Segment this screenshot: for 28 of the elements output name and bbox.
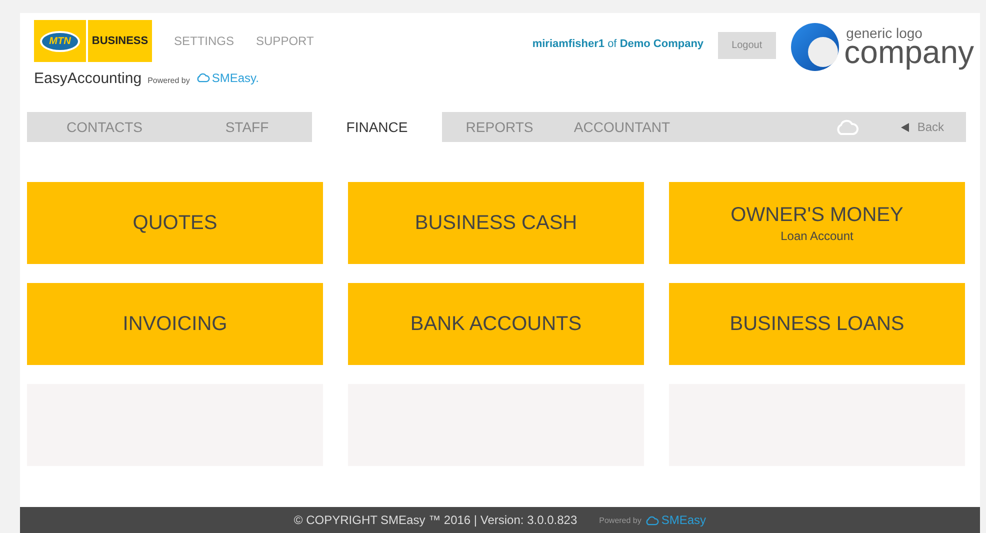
header-link[interactable]: SETTINGS [174,34,234,48]
triangle-icon [901,122,910,132]
cloud-icon [196,72,210,83]
nav-tab[interactable]: STAFF [182,112,312,142]
menu-tile[interactable]: BANK ACCOUNTS [348,283,644,365]
back-button[interactable]: Back [895,119,950,135]
app-name: EasyAccounting [34,70,142,87]
nav-tab[interactable]: FINANCE [312,112,442,142]
smeasy-logo: SMEasy [661,513,706,527]
nav-tab[interactable]: REPORTS [442,112,557,142]
company-logo: generic logo company [790,22,974,72]
powered-by-label: Powered by [599,516,642,524]
powered-by-label: Powered by [148,76,190,85]
user-info: miriamfisher1 of Demo Company [532,38,704,50]
copyright-text: © COPYRIGHT SMEasy ™ 2016 | Version: 3.0.0.823 [294,513,578,527]
menu-tile[interactable]: OWNER'S MONEY Loan Account [669,182,965,264]
menu-tile[interactable]: QUOTES [27,182,323,264]
menu-tile[interactable]: BUSINESS CASH [348,182,644,264]
menu-tile[interactable]: INVOICING [27,283,323,365]
cloud-icon [835,118,860,136]
logout-button[interactable]: Logout [718,32,776,59]
mtn-business-logo: MTN BUSINESS [34,20,152,62]
nav-tab[interactable]: ACCOUNTANT [557,112,687,142]
nav-tab[interactable]: CONTACTS [27,112,182,142]
smeasy-logo: SMEasy. [212,70,259,84]
menu-tile[interactable]: BUSINESS LOANS [669,283,965,365]
cloud-icon [645,514,660,526]
header-link[interactable]: SUPPORT [256,34,314,48]
